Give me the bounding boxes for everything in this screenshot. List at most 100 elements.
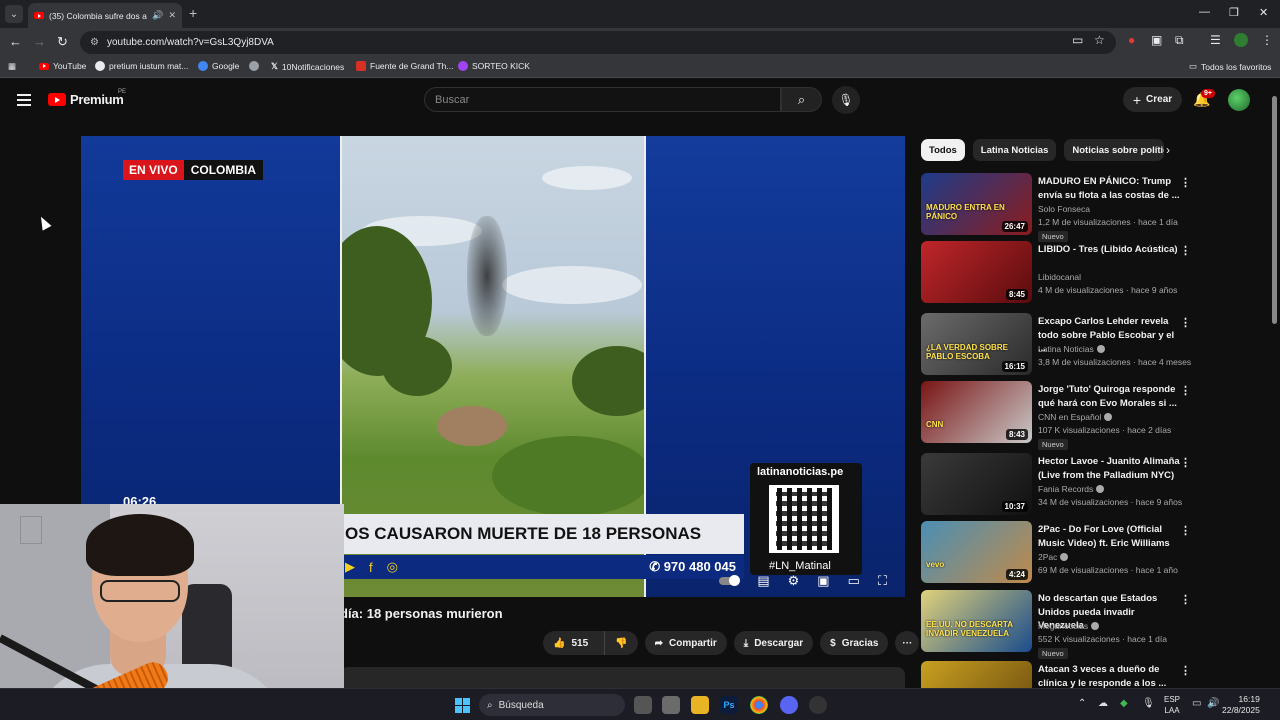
download-button[interactable]: ⤓ Descargar — [733, 631, 814, 655]
recommendation-title[interactable]: 2Pac - Do For Love (Official Music Video… — [1038, 523, 1180, 550]
language-indicator[interactable]: ESP LAA — [1164, 694, 1180, 716]
more-vertical-icon[interactable]: ⋮ — [1180, 176, 1191, 189]
active-tab[interactable]: (35) Colombia sufre dos ata 🔊 ✕ — [28, 3, 182, 28]
cast-icon[interactable]: ▭ — [1072, 33, 1083, 47]
fullscreen-icon[interactable]: ⛶ — [878, 573, 887, 589]
address-bar[interactable]: ⚙ youtube.com/watch?v=GsL3Qyj8DVA — [80, 31, 1116, 54]
taskbar-search[interactable]: ⌕ Búsqueda — [479, 694, 625, 716]
site-info-icon[interactable]: ⚙ — [90, 37, 99, 48]
account-avatar[interactable] — [1228, 89, 1250, 111]
like-button[interactable]: 👍 515 — [543, 631, 598, 655]
new-tab-button[interactable]: + — [189, 5, 197, 21]
bookmark-pretium[interactable]: pretium iustum mat... — [95, 61, 188, 71]
bookmark-10notificaciones[interactable]: 𝕏 10Notificaciones — [271, 61, 344, 72]
chrome-menu-icon[interactable]: ⋮ — [1261, 33, 1273, 47]
bookmark-star-icon[interactable]: ☆ — [1094, 33, 1105, 47]
tray-app-icon[interactable]: ◆ — [1120, 698, 1128, 709]
voice-search-button[interactable]: 🎙 — [832, 86, 860, 114]
bookmark-fuente[interactable]: Fuente de Grand Th... — [356, 61, 453, 71]
dislike-button[interactable]: 👎 — [604, 631, 637, 655]
more-vertical-icon[interactable]: ⋮ — [1180, 244, 1191, 257]
channel-name[interactable]: Meganoticias — [1038, 621, 1100, 631]
autoplay-toggle[interactable] — [719, 575, 741, 586]
recommendation-item[interactable]: 8:45 LIBIDO - Tres (Libido Acústica) Libid… — [921, 241, 1266, 305]
more-vertical-icon[interactable]: ⋮ — [1180, 524, 1191, 537]
recommendation-title[interactable]: LIBIDO - Tres (Libido Acústica) — [1038, 243, 1180, 257]
app-icon[interactable] — [662, 696, 680, 714]
discord-icon[interactable] — [780, 696, 798, 714]
more-vertical-icon[interactable]: ⋮ — [1180, 593, 1191, 606]
search-input[interactable]: Buscar — [424, 87, 781, 112]
video-thumbnail[interactable]: 8:45 — [921, 241, 1032, 303]
chip-politics[interactable]: Noticias sobre política — [1064, 139, 1165, 161]
file-explorer-icon[interactable] — [691, 696, 709, 714]
channel-name[interactable]: Fania Records — [1038, 484, 1105, 494]
photoshop-icon[interactable]: Ps — [720, 696, 738, 714]
all-favorites[interactable]: ▭ Todos los favoritos — [1189, 61, 1271, 72]
reading-list-icon[interactable]: ☰ — [1210, 33, 1221, 47]
speaker-icon[interactable]: 🔊 — [152, 10, 163, 21]
chevron-right-icon[interactable]: › — [1166, 143, 1170, 157]
minimize-icon[interactable]: — — [1199, 6, 1210, 18]
channel-name[interactable]: 2Pac — [1038, 552, 1069, 562]
description-box[interactable] — [340, 667, 905, 689]
more-vertical-icon[interactable]: ⋮ — [1180, 456, 1191, 469]
video-thumbnail[interactable]: 10:37 — [921, 453, 1032, 515]
clock-area[interactable]: 16:19 22/8/2025 — [1222, 694, 1260, 716]
more-vertical-icon[interactable]: ⋮ — [1180, 316, 1191, 329]
recommendation-item[interactable]: EE.UU. NO DESCARTA INVADIR VENEZUELA No d… — [921, 590, 1266, 659]
more-vertical-icon[interactable]: ⋮ — [1180, 384, 1191, 397]
recommendation-item[interactable]: MADURO ENTRA EN PÁNICO 26:47 MADURO EN PÁN… — [921, 173, 1266, 242]
settings-gear-icon[interactable]: ⚙ — [788, 573, 800, 589]
mic-tray-icon[interactable]: 🎙 — [1142, 698, 1155, 709]
video-thumbnail[interactable]: MADURO ENTRA EN PÁNICO 26:47 — [921, 173, 1032, 235]
recommendation-item[interactable]: CNN 8:43 Jorge 'Tuto' Quiroga responde qué… — [921, 381, 1266, 450]
recommendation-title[interactable]: MADURO EN PÁNICO: Trump envía su flota a… — [1038, 175, 1180, 202]
theater-mode-icon[interactable]: ▭ — [848, 573, 860, 589]
reload-icon[interactable]: ↻ — [57, 34, 68, 50]
chip-all[interactable]: Todos — [921, 139, 965, 161]
video-thumbnail[interactable]: vevo 4:24 — [921, 521, 1032, 583]
recommendation-item[interactable]: vevo 4:24 2Pac - Do For Love (Official Mus… — [921, 521, 1266, 585]
tab-search-button[interactable]: ⌄ — [5, 5, 23, 23]
app-icon[interactable] — [809, 696, 827, 714]
video-thumbnail[interactable]: CNN 8:43 — [921, 381, 1032, 443]
more-vertical-icon[interactable]: ⋮ — [1180, 664, 1191, 677]
create-button[interactable]: + Crear — [1123, 87, 1182, 112]
channel-name[interactable]: CNN en Español — [1038, 412, 1113, 422]
close-tab-icon[interactable]: ✕ — [168, 10, 176, 21]
back-icon[interactable]: ← — [9, 34, 22, 49]
forward-icon[interactable]: → — [33, 34, 46, 49]
windows-start-icon[interactable] — [455, 698, 470, 713]
cloud-icon[interactable]: ☁ — [1098, 698, 1108, 709]
video-thumbnail[interactable]: EE.UU. NO DESCARTA INVADIR VENEZUELA — [921, 590, 1032, 652]
youtube-premium-logo[interactable]: Premium — [48, 92, 124, 107]
subtitles-icon[interactable]: ▤ — [757, 573, 769, 589]
chrome-icon[interactable] — [750, 696, 768, 714]
search-button[interactable]: ⌕ — [781, 87, 822, 112]
scrollbar-thumb[interactable] — [1272, 96, 1277, 324]
miniplayer-icon[interactable]: ▣ — [817, 573, 829, 589]
bookmark-youtube[interactable]: YouTube — [39, 61, 86, 71]
task-view-icon[interactable] — [634, 696, 652, 714]
video-thumbnail[interactable]: ¿LA VERDAD SOBRE PABLO ESCOBA 16:15 — [921, 313, 1032, 375]
channel-name[interactable]: Libidocanal — [1038, 272, 1081, 282]
channel-name[interactable]: Solo Fonseca — [1038, 204, 1090, 214]
more-actions-button[interactable]: ··· — [895, 631, 920, 655]
share-button[interactable]: ➦ Compartir — [644, 631, 727, 655]
recommendation-item[interactable]: 10:37 Hector Lavoe - Juanito Alimaña (Liv… — [921, 453, 1266, 517]
thanks-button[interactable]: $ Gracias — [820, 631, 889, 655]
channel-name[interactable]: Latina Noticias — [1038, 344, 1105, 354]
hamburger-menu-icon[interactable] — [17, 94, 31, 109]
restore-icon[interactable]: ❐ — [1229, 6, 1239, 19]
bookmark-globe[interactable] — [249, 61, 259, 71]
tray-chevron-icon[interactable]: ⌃ — [1078, 698, 1086, 709]
network-icon[interactable]: ▭ — [1192, 698, 1201, 709]
recommendation-title[interactable]: Atacan 3 veces a dueño de clínica y le r… — [1038, 663, 1180, 690]
extension-red-icon[interactable]: ● — [1128, 33, 1135, 47]
recommendation-item[interactable]: ¿LA VERDAD SOBRE PABLO ESCOBA 16:15 Excapo… — [921, 313, 1266, 377]
volume-icon[interactable]: 🔊 — [1207, 698, 1219, 709]
recommendation-title[interactable]: Jorge 'Tuto' Quiroga responde qué hará c… — [1038, 383, 1180, 410]
close-window-icon[interactable]: ✕ — [1259, 6, 1268, 19]
profile-avatar[interactable] — [1234, 33, 1248, 47]
